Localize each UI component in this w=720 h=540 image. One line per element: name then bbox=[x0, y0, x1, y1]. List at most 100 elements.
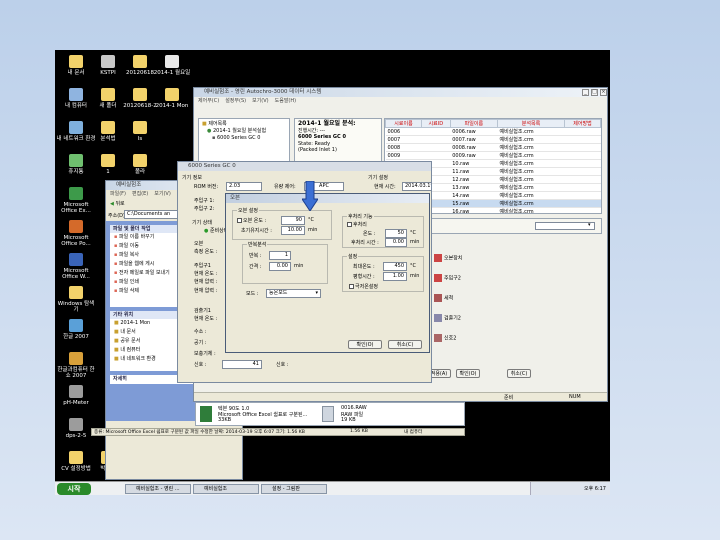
close-button[interactable]: × bbox=[600, 89, 607, 96]
desktop-shortcut-icon bbox=[69, 451, 83, 464]
device-item[interactable]: 신호2 bbox=[434, 334, 456, 342]
device-icon bbox=[434, 274, 442, 282]
device-item-label: 검출기2 bbox=[444, 315, 461, 322]
desktop-shortcut-icon bbox=[133, 121, 147, 134]
device-item[interactable]: 주입구2 bbox=[434, 274, 461, 282]
device-item[interactable]: 세척 bbox=[434, 294, 453, 302]
desktop-icon[interactable]: 2014-1 월요일 bbox=[152, 55, 192, 76]
status-bar: 준비 NUM bbox=[194, 392, 607, 401]
oven-temp-input[interactable]: 90 bbox=[281, 216, 305, 225]
desktop-icon[interactable]: dps-2-5 bbox=[56, 418, 96, 439]
max-temp-input[interactable]: 450 bbox=[383, 262, 407, 271]
desktop-icon[interactable]: Microsoft Office Ex... bbox=[56, 187, 96, 214]
device-item[interactable]: 검출기2 bbox=[434, 314, 461, 322]
cryo-label: 극저온설정 bbox=[355, 284, 379, 290]
oven-temp-check[interactable]: 오븐 온도 : bbox=[237, 217, 266, 224]
gc-icon: ▪ bbox=[212, 135, 216, 141]
desktop-icon[interactable]: 한글과컴퓨터 한쇼 2007 bbox=[56, 352, 96, 379]
column-header[interactable]: 분석목록 bbox=[496, 119, 566, 128]
menu-view-2[interactable]: 보기(V) bbox=[252, 98, 269, 104]
device-item[interactable]: 오븐장치 bbox=[434, 254, 462, 262]
eq-time-input[interactable]: 1.00 bbox=[383, 272, 407, 281]
desktop-icon[interactable]: Windows 탐색기 bbox=[56, 286, 96, 313]
back-button[interactable]: ◀ 뒤로 bbox=[110, 200, 125, 207]
repeat-group: 반복분석 반복 : 1 간격 : 0.00 min bbox=[242, 241, 328, 284]
filter-dropdown[interactable] bbox=[535, 222, 595, 230]
tree-root[interactable]: ■ 제어목록 bbox=[202, 121, 286, 128]
desktop-icon[interactable]: ls bbox=[120, 121, 160, 142]
checkbox-icon bbox=[347, 222, 352, 227]
oven-cancel-button[interactable]: 취소(C) bbox=[388, 340, 422, 349]
device-item-label: 신호2 bbox=[444, 335, 457, 342]
taskbar-button-paint[interactable]: 설정 - 그림판 bbox=[261, 484, 327, 494]
desktop-icon[interactable]: pH-Meter bbox=[56, 385, 96, 406]
table-cell: 10.raw bbox=[450, 159, 498, 168]
state-label: 기기 상태 bbox=[192, 220, 212, 226]
device-item-label: 주입구2 bbox=[444, 275, 461, 282]
folder-icon: ■ bbox=[114, 320, 119, 326]
interval-input[interactable]: 0.00 bbox=[269, 262, 291, 271]
table-cell: 0006 bbox=[385, 127, 422, 136]
rom-value: 2.03 bbox=[226, 182, 262, 191]
makeup-label: 보충기체 : bbox=[194, 351, 216, 357]
maximize-button[interactable]: □ bbox=[591, 89, 598, 96]
table-cell: 예비실험조.crm bbox=[497, 207, 565, 213]
table-row[interactable]: 0008 0008.raw 예비실험조.crm bbox=[385, 143, 601, 152]
oven-dialog[interactable]: 오븐 오븐 설정 오븐 온도 : 90 °C 초기유지시간 : 10.00 mi… bbox=[225, 193, 430, 353]
oven-setting-group: 오븐 설정 오븐 온도 : 90 °C 초기유지시간 : 10.00 min bbox=[232, 207, 332, 240]
start-button[interactable]: 시작 bbox=[57, 483, 91, 495]
post-time-input[interactable]: 0.00 bbox=[385, 238, 407, 247]
column-header[interactable]: 시료이름 bbox=[385, 119, 422, 128]
cur-pressure-label-2: 현재 압력 : bbox=[194, 288, 218, 294]
tree-gc[interactable]: ▪ 6000 Series GC 0 bbox=[202, 135, 286, 142]
place-label: 2014-1 Mon bbox=[120, 320, 151, 326]
column-header[interactable]: 파일이름 bbox=[449, 119, 498, 128]
minimize-button[interactable]: _ bbox=[582, 89, 589, 96]
table-cell: 0009.raw bbox=[450, 151, 498, 160]
gc-titlebar[interactable]: 6000 Series GC 0 bbox=[178, 162, 431, 171]
post-check[interactable]: 후처리 bbox=[347, 221, 367, 228]
project-icon: ● bbox=[207, 128, 212, 134]
post-temp-input[interactable]: 50 bbox=[385, 229, 407, 238]
tree-project[interactable]: ● 2014-1 월요일 분석실험 bbox=[202, 128, 286, 135]
mode-select[interactable]: 등온모드 ▾ bbox=[266, 289, 321, 298]
interval-unit: min bbox=[294, 263, 304, 269]
table-row[interactable]: 0007 0007.raw 예비실험조.crm bbox=[385, 135, 601, 144]
ok-button[interactable]: 확인(O) bbox=[456, 369, 480, 378]
desktop-icon[interactable]: 2014-1 Mon bbox=[152, 88, 192, 109]
taskbar: 시작 예비실험조 - 영린 ... 예비실험조 설정 - 그림판 오후 6:17 bbox=[55, 481, 610, 495]
oven-dialog-titlebar[interactable]: 오븐 bbox=[226, 194, 429, 203]
menu-view[interactable]: 보기(V) bbox=[154, 191, 171, 197]
desktop-icon[interactable]: 폴라 bbox=[120, 154, 160, 175]
column-header[interactable]: 제어방법 bbox=[564, 119, 601, 128]
taskbar-button-autochro[interactable]: 예비실험조 - 영린 ... bbox=[125, 484, 191, 494]
repeat-count-label: 반복 : bbox=[249, 253, 262, 259]
cryo-check[interactable]: 극저온설정 bbox=[349, 283, 378, 290]
desktop-icon[interactable]: Microsoft Office W... bbox=[56, 253, 96, 280]
cancel-button[interactable]: 취소(C) bbox=[507, 369, 531, 378]
status-num: NUM bbox=[569, 394, 581, 400]
chevron-down-icon[interactable]: ▾ bbox=[588, 222, 591, 228]
column-header[interactable]: 시료ID bbox=[420, 119, 451, 128]
table-row[interactable]: 0009 0009.raw 예비실험조.crm bbox=[385, 151, 601, 160]
oven-ok-button[interactable]: 확인(O) bbox=[348, 340, 382, 349]
desktop-shortcut-icon bbox=[101, 154, 115, 167]
menu-edit[interactable]: 편집(E) bbox=[132, 191, 148, 197]
table-cell: 예비실험조.crm bbox=[497, 151, 565, 160]
menu-help[interactable]: 도움말(H) bbox=[275, 98, 296, 104]
task-label: 전자 메일로 파일 보내기 bbox=[118, 270, 170, 276]
desktop-shortcut-icon bbox=[69, 121, 83, 134]
init-time-input[interactable]: 10.00 bbox=[281, 226, 305, 235]
menu-settings[interactable]: 설정부(S) bbox=[225, 98, 246, 104]
repeat-count-input[interactable]: 1 bbox=[269, 251, 291, 260]
device-item-label: 세척 bbox=[444, 295, 454, 302]
table-row[interactable]: 0006 0006.raw 예비실험조.crm bbox=[385, 127, 601, 136]
taskbar-button-explorer[interactable]: 예비실험조 bbox=[193, 484, 259, 494]
menu-file[interactable]: 파일(F) bbox=[110, 191, 126, 197]
desktop-icon[interactable]: Microsoft Office Po... bbox=[56, 220, 96, 247]
oven-dialog-title: 오븐 bbox=[230, 195, 241, 201]
autochro-titlebar[interactable]: 예비실험조 - 영린 Autochro-3000 데이터 시스템 _ □ × bbox=[194, 88, 607, 97]
desktop-icon[interactable]: 한글 2007 bbox=[56, 319, 96, 340]
menu-control[interactable]: 제어부(C) bbox=[198, 98, 219, 104]
table-cell bbox=[421, 143, 451, 152]
